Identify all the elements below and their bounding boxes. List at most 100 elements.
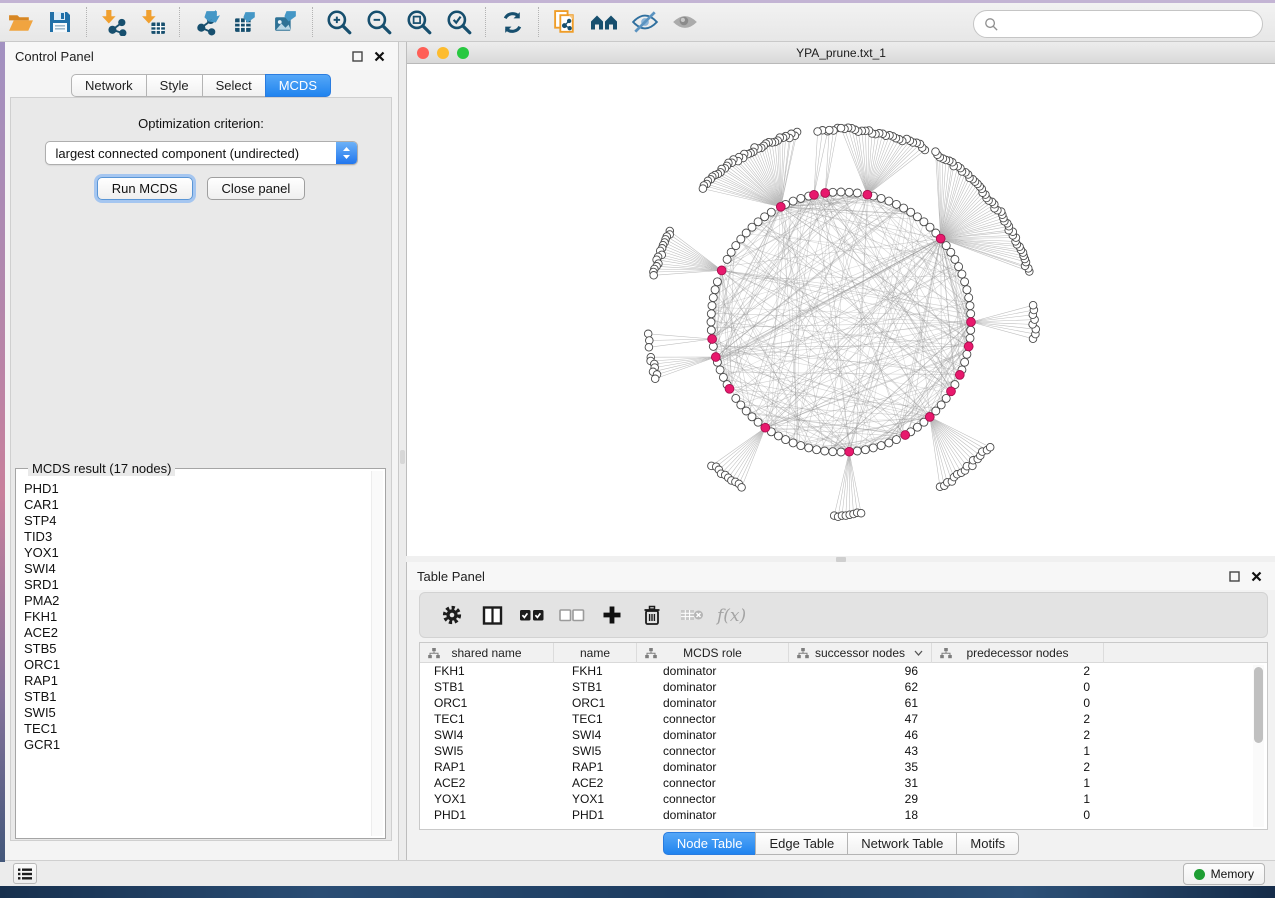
mcds-result-item[interactable]: TEC1	[24, 721, 369, 737]
graph-leaf-node[interactable]	[699, 185, 707, 193]
zoom-selected-button[interactable]	[439, 5, 479, 39]
graph-ring-node[interactable]	[869, 444, 877, 452]
add-column-button[interactable]	[594, 597, 630, 633]
tab-mcds[interactable]: MCDS	[265, 74, 331, 97]
tab-select[interactable]: Select	[202, 74, 266, 97]
graph-leaf-node[interactable]	[738, 484, 746, 492]
graph-ring-node[interactable]	[797, 442, 805, 450]
graph-ring-node[interactable]	[707, 310, 715, 318]
graph-mcds-hub-node[interactable]	[845, 447, 854, 456]
graph-mcds-hub-node[interactable]	[776, 202, 785, 211]
table-row-orc1[interactable]: ORC1ORC1dominator610	[420, 695, 1267, 711]
export-table-button[interactable]	[226, 5, 266, 39]
close-panel-icon[interactable]	[1247, 567, 1265, 585]
graph-ring-node[interactable]	[892, 436, 900, 444]
graph-ring-node[interactable]	[951, 255, 959, 263]
column-header-mcds-role[interactable]: MCDS role	[637, 643, 789, 663]
table-row-tec1[interactable]: TEC1TEC1connector472	[420, 711, 1267, 727]
graph-ring-node[interactable]	[845, 188, 853, 196]
table-tab-network-table[interactable]: Network Table	[847, 832, 957, 855]
graph-leaf-node[interactable]	[645, 344, 653, 352]
graph-ring-node[interactable]	[966, 302, 974, 310]
graph-leaf-node[interactable]	[932, 148, 940, 156]
graph-ring-node[interactable]	[727, 248, 735, 256]
graph-ring-node[interactable]	[837, 448, 845, 456]
graph-ring-node[interactable]	[707, 326, 715, 334]
table-row-fkh1[interactable]: FKH1FKH1dominator962	[420, 663, 1267, 679]
graph-ring-node[interactable]	[877, 194, 885, 202]
zoom-out-button[interactable]	[359, 5, 399, 39]
first-neighbors-button[interactable]	[585, 5, 625, 39]
show-all-button[interactable]	[665, 5, 705, 39]
graph-ring-node[interactable]	[789, 197, 797, 205]
mcds-result-item[interactable]: SRD1	[24, 577, 369, 593]
minimize-window-icon[interactable]	[437, 47, 449, 59]
mcds-result-list[interactable]: PHD1CAR1STP4TID3YOX1SWI4SRD1PMA2FKH1ACE2…	[17, 481, 369, 836]
graph-leaf-node[interactable]	[857, 509, 865, 517]
mcds-result-item[interactable]: PHD1	[24, 481, 369, 497]
mcds-result-item[interactable]: ACE2	[24, 625, 369, 641]
column-header-name[interactable]: name	[554, 643, 637, 663]
mcds-result-item[interactable]: GCR1	[24, 737, 369, 753]
mcds-result-item[interactable]: SWI4	[24, 561, 369, 577]
graph-ring-node[interactable]	[789, 439, 797, 447]
graph-ring-node[interactable]	[711, 286, 719, 294]
mcds-result-item[interactable]: STB5	[24, 641, 369, 657]
graph-mcds-hub-node[interactable]	[863, 190, 872, 199]
close-window-icon[interactable]	[417, 47, 429, 59]
table-row-swi4[interactable]: SWI4SWI4dominator462	[420, 727, 1267, 743]
graph-ring-node[interactable]	[829, 448, 837, 456]
graph-ring-node[interactable]	[900, 204, 908, 212]
graph-ring-node[interactable]	[885, 197, 893, 205]
graph-mcds-hub-node[interactable]	[821, 189, 830, 198]
graph-mcds-hub-node[interactable]	[810, 190, 819, 199]
zoom-fit-button[interactable]	[399, 5, 439, 39]
graph-ring-node[interactable]	[837, 188, 845, 196]
graph-ring-node[interactable]	[774, 432, 782, 440]
graph-mcds-hub-node[interactable]	[925, 413, 934, 422]
new-network-from-selection-button[interactable]	[545, 5, 585, 39]
mcds-result-item[interactable]: STP4	[24, 513, 369, 529]
apply-layout-refresh-button[interactable]	[492, 5, 532, 39]
delete-column-button[interactable]	[634, 597, 670, 633]
graph-leaf-node[interactable]	[650, 272, 658, 280]
graph-ring-node[interactable]	[966, 334, 974, 342]
graph-leaf-node[interactable]	[986, 443, 994, 451]
graph-ring-node[interactable]	[709, 294, 717, 302]
column-header-shared-name[interactable]: shared name	[420, 643, 554, 663]
table-options-gear-button[interactable]	[434, 597, 470, 633]
network-window-titlebar[interactable]: YPA_prune.txt_1	[407, 42, 1275, 64]
graph-leaf-node[interactable]	[837, 124, 845, 132]
graph-ring-node[interactable]	[961, 278, 969, 286]
graph-leaf-node[interactable]	[814, 128, 822, 136]
graph-ring-node[interactable]	[967, 310, 975, 318]
column-header-predecessor-nodes[interactable]: predecessor nodes	[932, 643, 1104, 663]
tab-style[interactable]: Style	[146, 74, 203, 97]
zoom-in-button[interactable]	[319, 5, 359, 39]
import-table-button[interactable]	[133, 5, 173, 39]
graph-ring-node[interactable]	[861, 446, 869, 454]
graph-ring-node[interactable]	[967, 326, 975, 334]
graph-mcds-hub-node[interactable]	[901, 431, 910, 440]
graph-ring-node[interactable]	[782, 436, 790, 444]
graph-ring-node[interactable]	[963, 350, 971, 358]
table-tab-node-table[interactable]: Node Table	[663, 832, 757, 855]
close-panel-icon[interactable]	[370, 47, 388, 65]
mcds-result-item[interactable]: TID3	[24, 529, 369, 545]
graph-ring-node[interactable]	[821, 447, 829, 455]
graph-ring-node[interactable]	[716, 366, 724, 374]
graph-mcds-hub-node[interactable]	[761, 423, 770, 432]
table-row-swi5[interactable]: SWI5SWI5connector431	[420, 743, 1267, 759]
column-header-successor-nodes[interactable]: successor nodes	[789, 643, 932, 663]
mcds-result-item[interactable]: ORC1	[24, 657, 369, 673]
graph-ring-node[interactable]	[805, 444, 813, 452]
vertical-splitter[interactable]	[399, 42, 406, 860]
graph-ring-node[interactable]	[942, 242, 950, 250]
network-graph-canvas[interactable]	[407, 64, 1275, 555]
graph-mcds-hub-node[interactable]	[964, 342, 973, 351]
graph-mcds-hub-node[interactable]	[967, 318, 976, 327]
node-table[interactable]: shared namenameMCDS rolesuccessor nodesp…	[419, 642, 1268, 830]
export-image-button[interactable]	[266, 5, 306, 39]
export-network-button[interactable]	[186, 5, 226, 39]
graph-leaf-node[interactable]	[651, 375, 659, 383]
